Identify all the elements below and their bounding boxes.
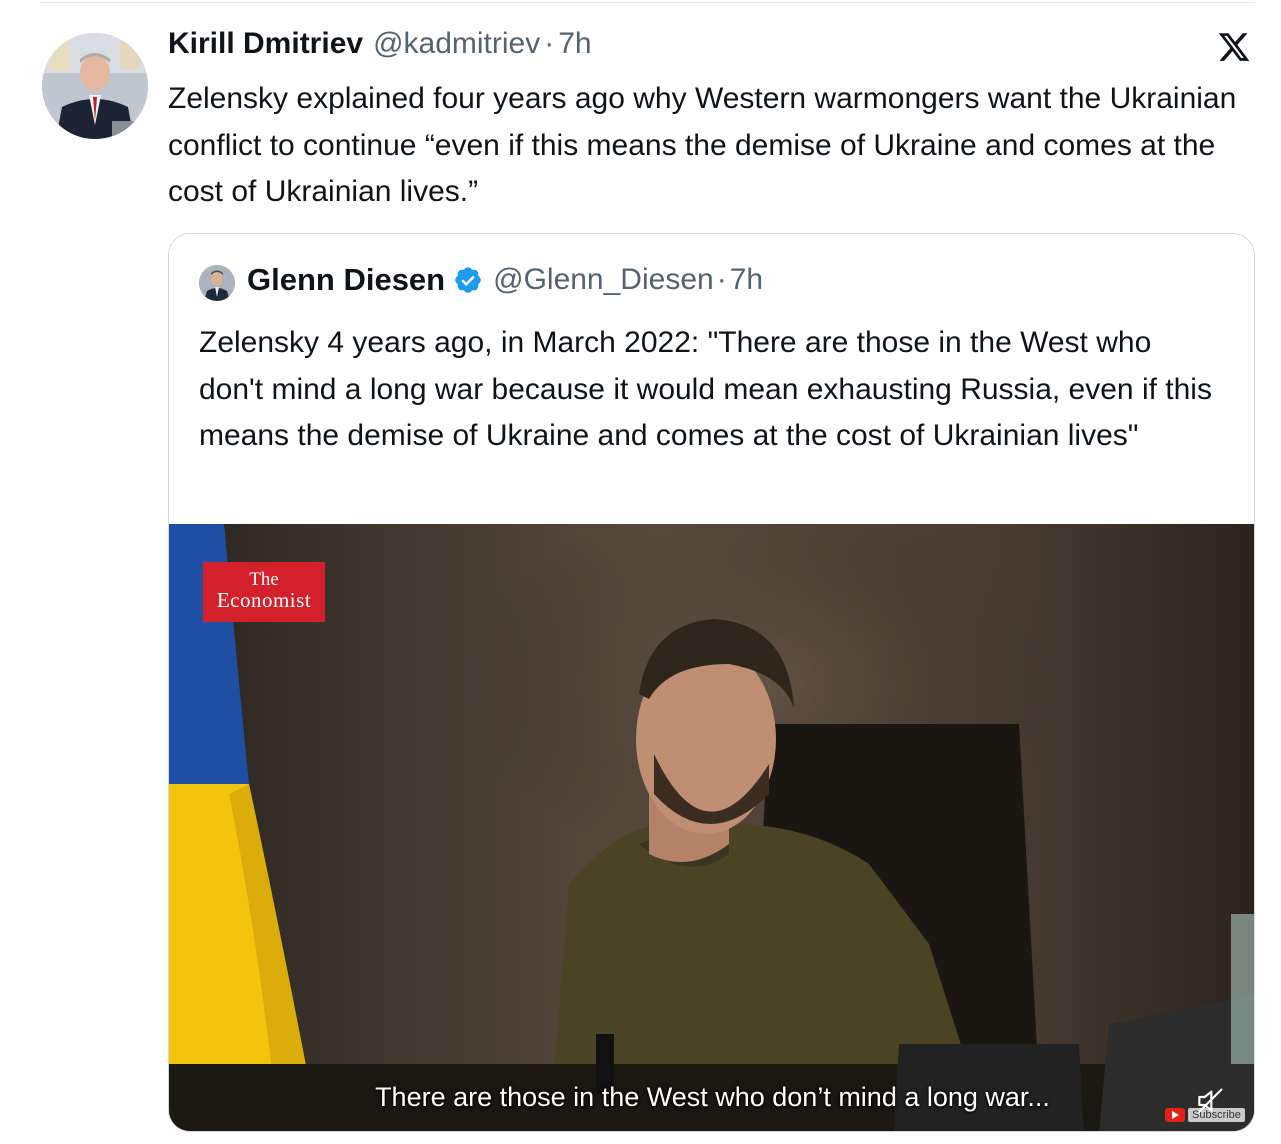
- economist-logo-line2: Economist: [216, 588, 312, 612]
- quoted-author-avatar-image: [199, 265, 235, 301]
- tweet-text: Zelensky explained four years ago why We…: [168, 82, 1237, 208]
- tweet-header: Kirill Dmitriev @kadmitriev · 7h: [168, 27, 592, 67]
- author-handle[interactable]: @kadmitriev: [373, 27, 540, 61]
- economist-logo: The Economist: [203, 562, 325, 622]
- quoted-tweet-timestamp[interactable]: 7h: [730, 263, 763, 297]
- quoted-author-handle[interactable]: @Glenn_Diesen: [493, 263, 714, 297]
- top-divider: [40, 2, 1255, 3]
- economist-logo-line1: The: [249, 569, 279, 590]
- author-avatar[interactable]: [42, 33, 148, 139]
- separator-dot: ·: [544, 27, 555, 60]
- quoted-author-name[interactable]: Glenn Diesen: [247, 262, 445, 298]
- quoted-tweet-header: Glenn Diesen @Glenn_Diesen · 7h: [247, 262, 763, 298]
- subscribe-label: Subscribe: [1188, 1108, 1245, 1122]
- verified-badge-icon: [455, 267, 481, 293]
- video-caption: There are those in the West who don’t mi…: [375, 1082, 1050, 1112]
- youtube-subscribe-badge[interactable]: Subscribe: [1165, 1106, 1245, 1124]
- quoted-tweet-text: Zelensky 4 years ago, in March 2022: "Th…: [199, 326, 1212, 452]
- quoted-separator-dot: ·: [716, 263, 727, 296]
- tweet-timestamp[interactable]: 7h: [558, 27, 591, 61]
- author-avatar-image: [42, 33, 148, 139]
- youtube-play-icon: [1165, 1108, 1185, 1122]
- x-logo-icon[interactable]: [1216, 30, 1252, 64]
- video-player[interactable]: The Economist There are those in the Wes…: [169, 524, 1254, 1131]
- video-frame: [169, 524, 1254, 1131]
- quoted-author-avatar[interactable]: [199, 265, 235, 301]
- author-name[interactable]: Kirill Dmitriev: [168, 27, 363, 61]
- quoted-tweet-card[interactable]: Glenn Diesen @Glenn_Diesen · 7h Zelensky…: [168, 233, 1255, 1132]
